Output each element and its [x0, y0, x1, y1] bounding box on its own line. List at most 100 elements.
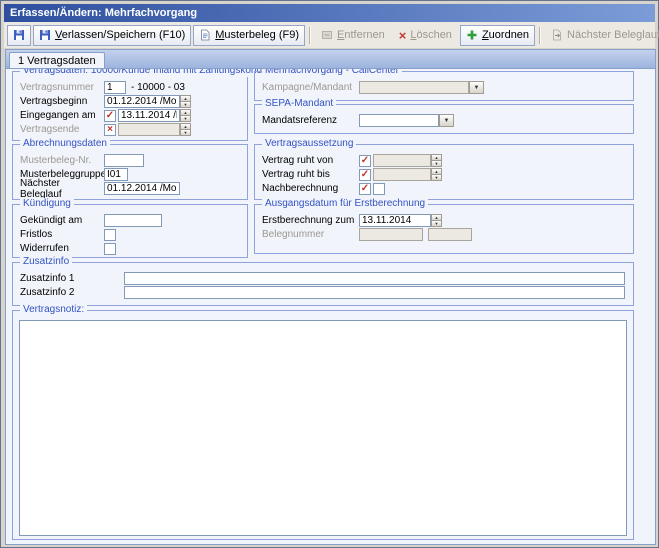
- musterbeleg-button[interactable]: Musterbeleg (F9): [193, 25, 305, 46]
- spinner-down-button[interactable]: ▼: [180, 102, 191, 108]
- toolbar: Verlassen/Speichern (F10) Musterbeleg (F…: [4, 22, 655, 48]
- spinner-down-button[interactable]: ▼: [431, 175, 442, 181]
- ruht-bis-input: [373, 168, 431, 181]
- naechster-beleglauf-label: Nächster Beleglauf: [567, 29, 659, 41]
- musterbeleggruppe-input[interactable]: [104, 168, 128, 181]
- row-kampagne-mandant: Kampagne/Mandant ▼: [262, 81, 625, 94]
- spinner-up-button[interactable]: ▲: [180, 95, 191, 102]
- row-zusatzinfo-2: Zusatzinfo 2: [20, 286, 625, 299]
- vertragsnummer-input[interactable]: [104, 81, 126, 94]
- spinner-down-button[interactable]: ▼: [431, 221, 442, 227]
- row-zusatzinfo-1: Zusatzinfo 1: [20, 272, 625, 285]
- label-vertragsbeginn: Vertragsbeginn: [20, 96, 104, 107]
- erstberechnung-zum-input[interactable]: [359, 214, 431, 227]
- vertragsende-clear-button[interactable]: ×: [104, 124, 116, 136]
- mandatsreferenz-input[interactable]: [359, 114, 439, 127]
- kampagne-dropdown-button[interactable]: ▼: [469, 81, 484, 94]
- mandatsreferenz-dropdown-button[interactable]: ▼: [439, 114, 454, 127]
- group-kuendigung-title: Kündigung: [20, 198, 74, 210]
- window-title: Erfassen/Ändern: Mehrfachvorgang: [10, 7, 197, 19]
- fristlos-checkbox[interactable]: [104, 229, 116, 241]
- label-belegnummer: Belegnummer: [262, 229, 359, 240]
- row-vertrag-ruht-bis: Vertrag ruht bis ✓ ▲ ▼: [262, 168, 625, 181]
- spinner-up-button[interactable]: ▲: [431, 168, 442, 175]
- red-check-icon: ✓: [106, 111, 114, 121]
- tab-vertragsdaten[interactable]: 1 Vertragsdaten: [9, 52, 105, 68]
- group-abrechnungsdaten-rows: Musterbeleg-Nr. Musterbeleggruppe Nächst…: [13, 145, 247, 195]
- group-sepa-mandant: SEPA-Mandant Mandatsreferenz ▼: [254, 104, 634, 134]
- group-kuendigung: Kündigung Gekündigt am Fristlos Widerruf…: [12, 204, 248, 258]
- label-musterbeleg-nr: Musterbeleg-Nr.: [20, 155, 104, 166]
- eingegangen-checkbox[interactable]: ✓: [104, 110, 116, 122]
- zusatzinfo-2-input[interactable]: [124, 286, 625, 299]
- save-button[interactable]: [7, 25, 31, 46]
- row-musterbeleg-nr: Musterbeleg-Nr.: [20, 154, 239, 167]
- group-vertragsaussetzung-rows: Vertrag ruht von ✓ ▲ ▼ Vertrag ruht bis …: [255, 145, 633, 195]
- toolbar-separator: [539, 27, 541, 44]
- label-nachberechnung: Nachberechnung: [262, 183, 359, 194]
- spinner-up-button[interactable]: ▲: [180, 109, 191, 116]
- vertragsnotiz-textarea[interactable]: [19, 320, 627, 536]
- save-icon: [13, 29, 25, 41]
- toolbar-separator: [309, 27, 311, 44]
- zusatzinfo-1-input[interactable]: [124, 272, 625, 285]
- kampagne-mandant-input: [359, 81, 469, 94]
- spinner-up-button[interactable]: ▲: [431, 154, 442, 161]
- gekuendigt-am-input[interactable]: [104, 214, 162, 227]
- label-mandatsreferenz: Mandatsreferenz: [262, 115, 359, 126]
- spinner-up-button[interactable]: ▲: [431, 214, 442, 221]
- row-vertragsende: Vertragsende × ▲ ▼: [20, 123, 239, 136]
- nachberechnung-set-checkbox[interactable]: ✓: [359, 183, 371, 195]
- label-vertrag-ruht-bis: Vertrag ruht bis: [262, 169, 359, 180]
- document-icon: [199, 29, 211, 41]
- row-gekuendigt-am: Gekündigt am: [20, 214, 239, 227]
- vertragsbeginn-spinner: ▲ ▼: [180, 95, 191, 108]
- spinner-down-button[interactable]: ▼: [431, 161, 442, 167]
- row-nachberechnung: Nachberechnung ✓: [262, 182, 625, 195]
- label-vertrag-ruht-von: Vertrag ruht von: [262, 155, 359, 166]
- main-panel: 1 Vertragsdaten Vertragsdaten: 10000/Kun…: [5, 49, 656, 545]
- loeschen-label: Löschen: [410, 29, 452, 41]
- naechster-beleglauf-input[interactable]: [104, 182, 180, 195]
- label-kampagne-mandant: Kampagne/Mandant: [262, 82, 359, 93]
- spinner-up-button[interactable]: ▲: [180, 123, 191, 130]
- group-erstberechnung-title: Ausgangsdatum für Erstberechnung: [262, 198, 428, 210]
- ruht-von-spinner: ▲ ▼: [431, 154, 442, 167]
- eingegangen-am-spinner: ▲ ▼: [180, 109, 191, 122]
- row-widerrufen: Widerrufen: [20, 242, 239, 255]
- nachberechnung-checkbox[interactable]: [373, 183, 385, 195]
- title-bar: Erfassen/Ändern: Mehrfachvorgang: [4, 4, 655, 22]
- group-zusatzinfo-rows: Zusatzinfo 1 Zusatzinfo 2: [13, 263, 633, 299]
- group-zusatzinfo-title: Zusatzinfo: [20, 256, 72, 268]
- ruht-bis-checkbox[interactable]: ✓: [359, 169, 371, 181]
- tab-strip: 1 Vertragsdaten: [5, 49, 656, 68]
- musterbeleg-label: Musterbeleg (F9): [215, 29, 299, 41]
- group-erstberechnung: Ausgangsdatum für Erstberechnung Erstber…: [254, 204, 634, 254]
- app-window: Erfassen/Ändern: Mehrfachvorgang Verlass…: [0, 0, 659, 548]
- naechster-beleglauf-button: Nächster Beleglauf: [545, 25, 659, 46]
- spinner-down-button[interactable]: ▼: [180, 116, 191, 122]
- entfernen-label: Entfernen: [337, 29, 385, 41]
- vertragsbeginn-input[interactable]: [104, 95, 180, 108]
- save-exit-icon: [39, 29, 51, 41]
- red-check-icon: ✓: [361, 170, 369, 180]
- ruht-von-checkbox[interactable]: ✓: [359, 155, 371, 167]
- content-panel: Vertragsdaten: 10000/Kunde Inland mit Za…: [5, 68, 656, 545]
- label-naechster-beleglauf: Nächster Beleglauf: [20, 178, 104, 200]
- vertragsende-input: [118, 123, 180, 136]
- ruht-bis-spinner: ▲ ▼: [431, 168, 442, 181]
- assign-plus-icon: [466, 29, 478, 41]
- exit-save-button[interactable]: Verlassen/Speichern (F10): [33, 25, 191, 46]
- row-eingegangen-am: Eingegangen am ✓ ▲ ▼: [20, 109, 239, 122]
- label-gekuendigt-am: Gekündigt am: [20, 215, 104, 226]
- delete-x-icon: ×: [399, 29, 407, 42]
- eingegangen-am-input[interactable]: [118, 109, 180, 122]
- group-vertragsdaten: Vertragsdaten: 10000/Kunde Inland mit Za…: [12, 71, 248, 141]
- group-erstberechnung-rows: Erstberechnung zum ▲ ▼ Belegnummer: [255, 205, 633, 241]
- red-check-icon: ✓: [361, 184, 369, 194]
- widerrufen-checkbox[interactable]: [104, 243, 116, 255]
- row-mandatsreferenz: Mandatsreferenz ▼: [262, 114, 625, 127]
- spinner-down-button[interactable]: ▼: [180, 130, 191, 136]
- group-sepa-mandant-title: SEPA-Mandant: [262, 98, 336, 110]
- zuordnen-button[interactable]: Zuordnen: [460, 25, 535, 46]
